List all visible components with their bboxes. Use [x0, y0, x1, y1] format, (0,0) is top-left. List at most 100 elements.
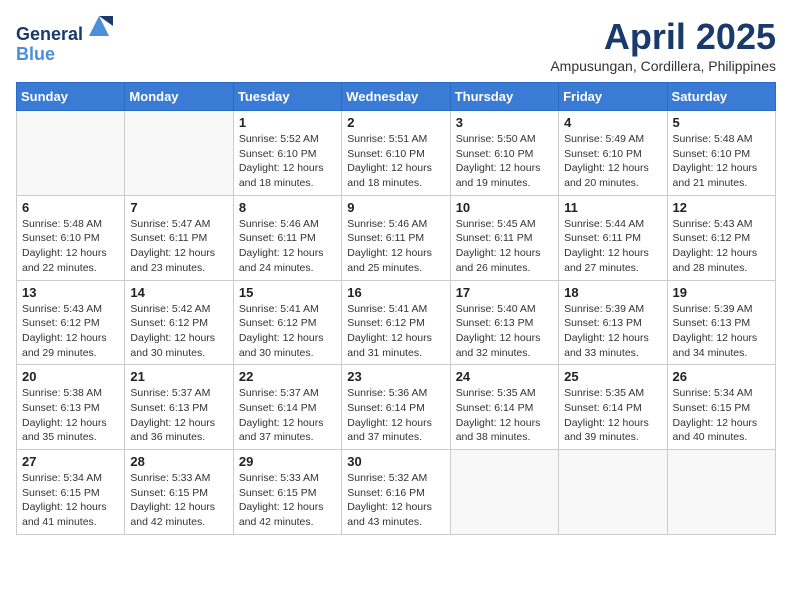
calendar-cell: 1Sunrise: 5:52 AM Sunset: 6:10 PM Daylig… — [233, 111, 341, 196]
location: Ampusungan, Cordillera, Philippines — [550, 58, 776, 74]
day-info: Sunrise: 5:45 AM Sunset: 6:11 PM Dayligh… — [456, 217, 553, 276]
day-info: Sunrise: 5:43 AM Sunset: 6:12 PM Dayligh… — [22, 302, 119, 361]
calendar-cell: 21Sunrise: 5:37 AM Sunset: 6:13 PM Dayli… — [125, 365, 233, 450]
logo-text-blue: Blue — [16, 45, 113, 65]
day-info: Sunrise: 5:52 AM Sunset: 6:10 PM Dayligh… — [239, 132, 336, 191]
day-number: 6 — [22, 200, 119, 215]
day-number: 29 — [239, 454, 336, 469]
calendar-cell: 12 Sunrise: 5:43 AM Sunset: 6:12 PM Dayli… — [667, 195, 775, 280]
day-info: Sunrise: 5:41 AM Sunset: 6:12 PM Dayligh… — [239, 302, 336, 361]
calendar-cell: 4 Sunrise: 5:49 AM Sunset: 6:10 PM Daylig… — [559, 111, 667, 196]
calendar-header-monday: Monday — [125, 83, 233, 111]
day-number: 12 — [673, 200, 770, 215]
calendar-cell: 2 Sunrise: 5:51 AM Sunset: 6:10 PM Daylig… — [342, 111, 450, 196]
calendar-cell: 9 Sunrise: 5:46 AM Sunset: 6:11 PM Daylig… — [342, 195, 450, 280]
day-number: 14 — [130, 285, 227, 300]
title-area: April 2025 Ampusungan, Cordillera, Phili… — [550, 16, 776, 74]
day-number: 10 — [456, 200, 553, 215]
calendar-header-sunday: Sunday — [17, 83, 125, 111]
day-number: 9 — [347, 200, 444, 215]
day-info: Sunrise: 5:42 AM Sunset: 6:12 PM Dayligh… — [130, 302, 227, 361]
calendar-body: 1Sunrise: 5:52 AM Sunset: 6:10 PM Daylig… — [17, 111, 776, 535]
calendar-week-row: 6 Sunrise: 5:48 AM Sunset: 6:10 PM Daylig… — [17, 195, 776, 280]
calendar-cell: 11 Sunrise: 5:44 AM Sunset: 6:11 PM Dayli… — [559, 195, 667, 280]
calendar-header-wednesday: Wednesday — [342, 83, 450, 111]
calendar-cell: 7Sunrise: 5:47 AM Sunset: 6:11 PM Daylig… — [125, 195, 233, 280]
calendar-cell: 18Sunrise: 5:39 AM Sunset: 6:13 PM Dayli… — [559, 280, 667, 365]
day-number: 4 — [564, 115, 661, 130]
day-info: Sunrise: 5:46 AM Sunset: 6:11 PM Dayligh… — [347, 217, 444, 276]
calendar-cell: 14 Sunrise: 5:42 AM Sunset: 6:12 PM Dayli… — [125, 280, 233, 365]
calendar-cell: 26Sunrise: 5:34 AM Sunset: 6:15 PM Dayli… — [667, 365, 775, 450]
day-info: Sunrise: 5:48 AM Sunset: 6:10 PM Dayligh… — [22, 217, 119, 276]
day-number: 25 — [564, 369, 661, 384]
calendar-header-thursday: Thursday — [450, 83, 558, 111]
calendar-header-row: SundayMondayTuesdayWednesdayThursdayFrid… — [17, 83, 776, 111]
day-info: Sunrise: 5:40 AM Sunset: 6:13 PM Dayligh… — [456, 302, 553, 361]
day-number: 16 — [347, 285, 444, 300]
day-info: Sunrise: 5:38 AM Sunset: 6:13 PM Dayligh… — [22, 386, 119, 445]
logo: General Blue — [16, 16, 113, 65]
calendar-cell: 5 Sunrise: 5:48 AM Sunset: 6:10 PM Daylig… — [667, 111, 775, 196]
day-number: 17 — [456, 285, 553, 300]
calendar-cell — [17, 111, 125, 196]
day-number: 13 — [22, 285, 119, 300]
calendar-cell: 30Sunrise: 5:32 AM Sunset: 6:16 PM Dayli… — [342, 450, 450, 535]
day-info: Sunrise: 5:37 AM Sunset: 6:14 PM Dayligh… — [239, 386, 336, 445]
calendar-cell: 28 Sunrise: 5:33 AM Sunset: 6:15 PM Dayli… — [125, 450, 233, 535]
calendar-cell: 10 Sunrise: 5:45 AM Sunset: 6:11 PM Dayli… — [450, 195, 558, 280]
day-info: Sunrise: 5:46 AM Sunset: 6:11 PM Dayligh… — [239, 217, 336, 276]
calendar-cell — [667, 450, 775, 535]
day-info: Sunrise: 5:33 AM Sunset: 6:15 PM Dayligh… — [130, 471, 227, 530]
logo-text: General — [16, 16, 113, 45]
calendar-cell: 13 Sunrise: 5:43 AM Sunset: 6:12 PM Dayli… — [17, 280, 125, 365]
calendar-cell: 8 Sunrise: 5:46 AM Sunset: 6:11 PM Daylig… — [233, 195, 341, 280]
day-info: Sunrise: 5:43 AM Sunset: 6:12 PM Dayligh… — [673, 217, 770, 276]
day-info: Sunrise: 5:48 AM Sunset: 6:10 PM Dayligh… — [673, 132, 770, 191]
day-number: 7 — [130, 200, 227, 215]
calendar-cell: 6 Sunrise: 5:48 AM Sunset: 6:10 PM Daylig… — [17, 195, 125, 280]
day-info: Sunrise: 5:41 AM Sunset: 6:12 PM Dayligh… — [347, 302, 444, 361]
day-number: 3 — [456, 115, 553, 130]
day-info: Sunrise: 5:32 AM Sunset: 6:16 PM Dayligh… — [347, 471, 444, 530]
day-info: Sunrise: 5:34 AM Sunset: 6:15 PM Dayligh… — [22, 471, 119, 530]
page-header: General Blue April 2025 Ampusungan, Cord… — [16, 16, 776, 74]
calendar-cell: 19 Sunrise: 5:39 AM Sunset: 6:13 PM Dayli… — [667, 280, 775, 365]
calendar-week-row: 27Sunrise: 5:34 AM Sunset: 6:15 PM Dayli… — [17, 450, 776, 535]
day-info: Sunrise: 5:37 AM Sunset: 6:13 PM Dayligh… — [130, 386, 227, 445]
day-info: Sunrise: 5:51 AM Sunset: 6:10 PM Dayligh… — [347, 132, 444, 191]
calendar-cell: 22 Sunrise: 5:37 AM Sunset: 6:14 PM Dayli… — [233, 365, 341, 450]
day-number: 2 — [347, 115, 444, 130]
day-number: 24 — [456, 369, 553, 384]
day-number: 5 — [673, 115, 770, 130]
day-info: Sunrise: 5:36 AM Sunset: 6:14 PM Dayligh… — [347, 386, 444, 445]
day-number: 23 — [347, 369, 444, 384]
calendar-cell: 24 Sunrise: 5:35 AM Sunset: 6:14 PM Dayli… — [450, 365, 558, 450]
calendar-cell — [559, 450, 667, 535]
day-number: 26 — [673, 369, 770, 384]
calendar-cell: 25Sunrise: 5:35 AM Sunset: 6:14 PM Dayli… — [559, 365, 667, 450]
day-info: Sunrise: 5:33 AM Sunset: 6:15 PM Dayligh… — [239, 471, 336, 530]
day-number: 8 — [239, 200, 336, 215]
calendar-header-friday: Friday — [559, 83, 667, 111]
day-info: Sunrise: 5:39 AM Sunset: 6:13 PM Dayligh… — [673, 302, 770, 361]
day-number: 20 — [22, 369, 119, 384]
calendar-cell: 29 Sunrise: 5:33 AM Sunset: 6:15 PM Dayli… — [233, 450, 341, 535]
calendar-cell — [125, 111, 233, 196]
day-number: 28 — [130, 454, 227, 469]
day-number: 11 — [564, 200, 661, 215]
calendar-cell: 23 Sunrise: 5:36 AM Sunset: 6:14 PM Dayli… — [342, 365, 450, 450]
day-number: 19 — [673, 285, 770, 300]
calendar-cell: 20 Sunrise: 5:38 AM Sunset: 6:13 PM Dayli… — [17, 365, 125, 450]
day-info: Sunrise: 5:35 AM Sunset: 6:14 PM Dayligh… — [456, 386, 553, 445]
day-info: Sunrise: 5:44 AM Sunset: 6:11 PM Dayligh… — [564, 217, 661, 276]
calendar-table: SundayMondayTuesdayWednesdayThursdayFrid… — [16, 82, 776, 535]
day-number: 15 — [239, 285, 336, 300]
calendar-week-row: 13 Sunrise: 5:43 AM Sunset: 6:12 PM Dayli… — [17, 280, 776, 365]
day-info: Sunrise: 5:49 AM Sunset: 6:10 PM Dayligh… — [564, 132, 661, 191]
day-info: Sunrise: 5:39 AM Sunset: 6:13 PM Dayligh… — [564, 302, 661, 361]
day-number: 22 — [239, 369, 336, 384]
calendar-cell: 15 Sunrise: 5:41 AM Sunset: 6:12 PM Dayli… — [233, 280, 341, 365]
month-title: April 2025 — [550, 16, 776, 58]
calendar-cell: 3Sunrise: 5:50 AM Sunset: 6:10 PM Daylig… — [450, 111, 558, 196]
